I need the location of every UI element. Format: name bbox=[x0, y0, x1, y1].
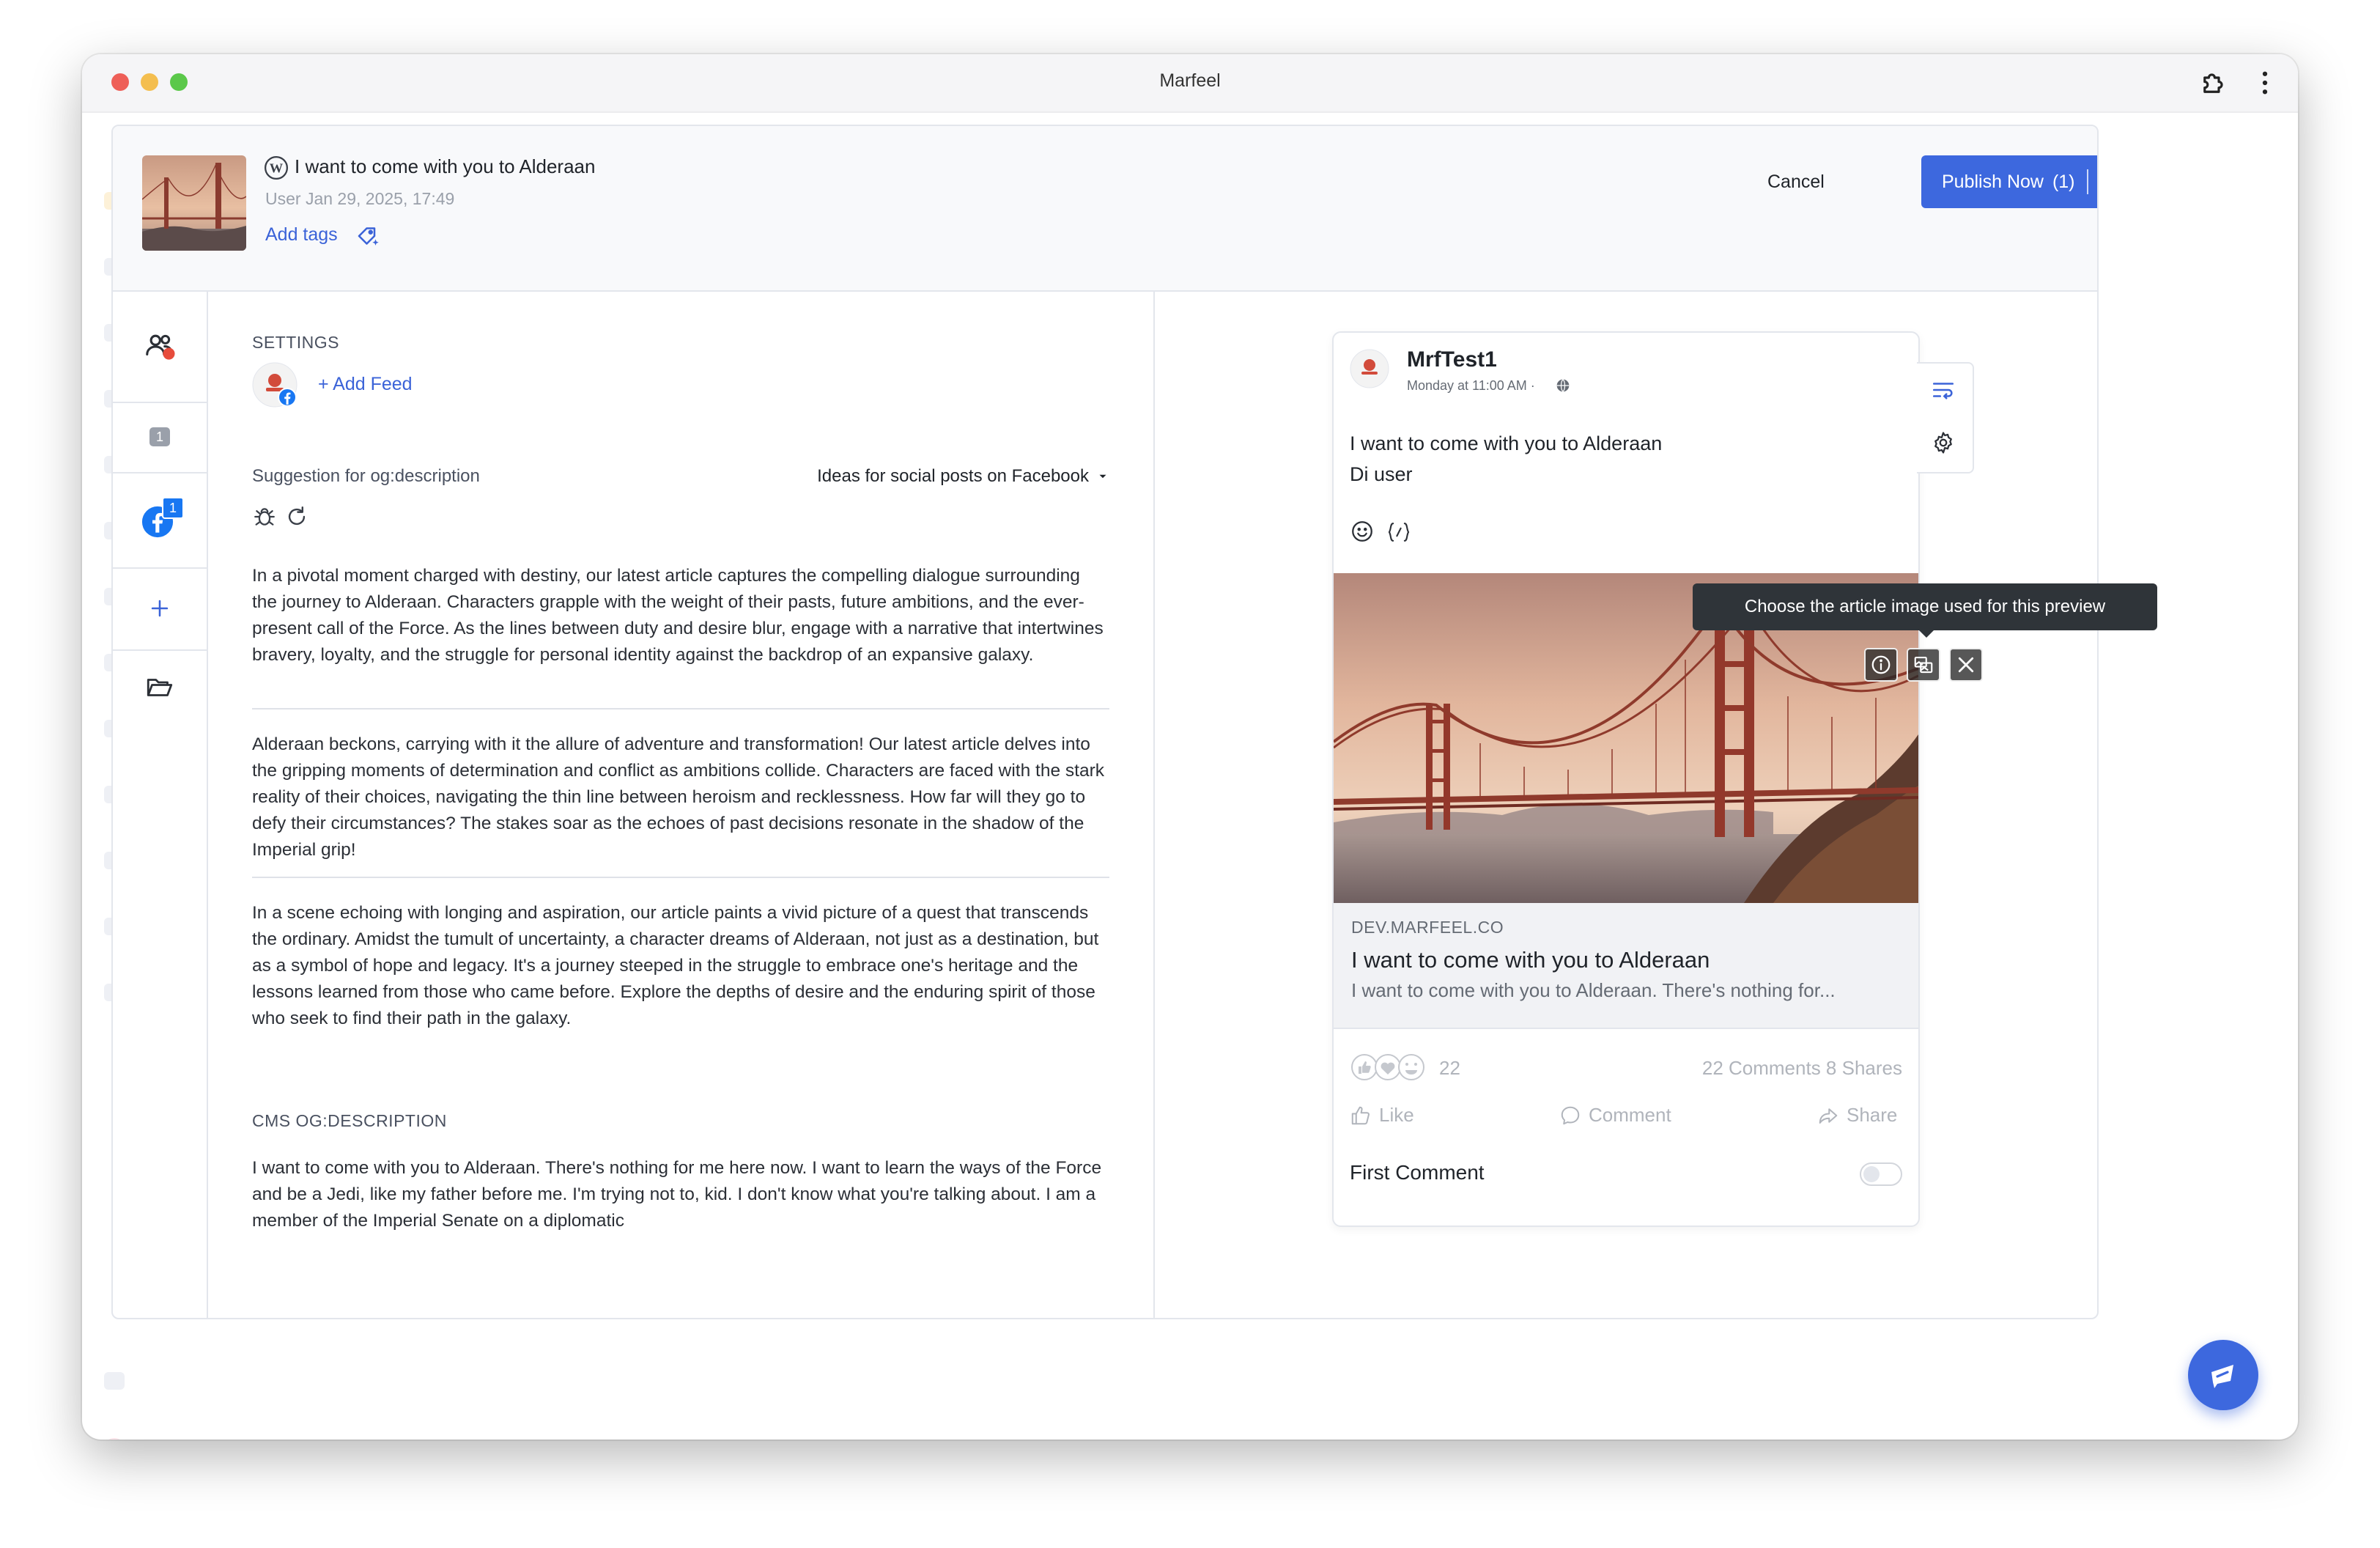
link-preview-meta[interactable]: DEV.MARFEEL.CO I want to come with you t… bbox=[1334, 903, 1918, 1029]
link-domain: DEV.MARFEEL.CO bbox=[1351, 918, 1504, 937]
remove-image-button[interactable] bbox=[1949, 648, 1983, 682]
first-comment-label: First Comment bbox=[1350, 1161, 1485, 1184]
image-info-button[interactable] bbox=[1864, 648, 1898, 682]
close-icon bbox=[1958, 657, 1974, 673]
preview-pane: MrfTest1 Monday at 11:00 AM · I want to … bbox=[1155, 290, 2097, 1318]
page-name: MrfTest1 bbox=[1407, 347, 1497, 372]
emoji-icon[interactable] bbox=[1350, 519, 1375, 544]
comments-shares-count: 22 Comments 8 Shares bbox=[1701, 1057, 1902, 1079]
suggestion-divider bbox=[252, 877, 1109, 878]
feed-avatar[interactable] bbox=[252, 362, 298, 408]
publish-label: Publish Now bbox=[1942, 171, 2044, 192]
wordpress-icon: W bbox=[264, 155, 289, 180]
article-title: I want to come with you to Alderaan bbox=[295, 155, 596, 177]
post-text[interactable]: I want to come with you to Alderaan Di u… bbox=[1350, 428, 1662, 490]
share-action[interactable]: Share bbox=[1817, 1104, 1897, 1127]
reaction-count: 22 bbox=[1439, 1057, 1460, 1079]
toggle-knob bbox=[1863, 1166, 1880, 1182]
comment-icon bbox=[1561, 1106, 1580, 1124]
image-picker-icon bbox=[1914, 656, 1933, 674]
first-comment-toggle[interactable] bbox=[1860, 1162, 1902, 1186]
link-title: I want to come with you to Alderaan bbox=[1351, 947, 1710, 973]
refresh-icon[interactable] bbox=[284, 504, 309, 529]
add-feed-link[interactable]: + Add Feed bbox=[318, 374, 413, 395]
title-bar: Marfeel bbox=[82, 54, 2298, 113]
like-label: Like bbox=[1379, 1104, 1414, 1126]
share-label: Share bbox=[1847, 1104, 1898, 1126]
choose-image-button[interactable] bbox=[1907, 648, 1940, 682]
faded-avatar-icon bbox=[104, 1438, 125, 1440]
settings-pane: SETTINGS + Add Feed Suggestion for og:de… bbox=[208, 290, 1155, 1318]
comment-action[interactable]: Comment bbox=[1559, 1104, 1671, 1127]
rail-item-library[interactable] bbox=[113, 649, 207, 726]
folder-open-icon bbox=[147, 679, 173, 696]
image-tooltip: Choose the article image used for this p… bbox=[1693, 583, 2157, 630]
suggestion-text[interactable]: Alderaan beckons, carrying with it the a… bbox=[252, 731, 1109, 863]
dialog-header: W I want to come with you to Alderaan Us… bbox=[113, 126, 2097, 292]
like-action[interactable]: Like bbox=[1350, 1104, 1414, 1127]
add-tags-link[interactable]: Add tags bbox=[265, 224, 338, 246]
page-avatar bbox=[1350, 349, 1389, 388]
cms-og-description-text: I want to come with you to Alderaan. The… bbox=[252, 1158, 1102, 1231]
text-format-button[interactable] bbox=[1929, 375, 1958, 405]
facebook-count-badge: 1 bbox=[162, 497, 184, 519]
post-text-line: Di user bbox=[1350, 463, 1413, 485]
more-vertical-icon[interactable] bbox=[2250, 67, 2280, 98]
facebook-post-preview: MrfTest1 Monday at 11:00 AM · I want to … bbox=[1332, 331, 1920, 1227]
rail-item-audiences[interactable] bbox=[113, 290, 207, 403]
gear-icon bbox=[1934, 432, 1952, 454]
post-time: Monday at 11:00 AM · bbox=[1407, 378, 1535, 393]
reactions-icon bbox=[1351, 1054, 1424, 1080]
article-meta: User Jan 29, 2025, 17:49 bbox=[265, 189, 455, 208]
plus-icon bbox=[151, 600, 169, 617]
globe-icon bbox=[1556, 379, 1570, 393]
ai-tag-icon[interactable] bbox=[355, 223, 381, 249]
comment-label: Comment bbox=[1589, 1104, 1671, 1126]
bug-icon[interactable] bbox=[252, 504, 277, 529]
chat-bubble-icon bbox=[2211, 1365, 2233, 1388]
preview-side-toolbar bbox=[1917, 362, 1974, 473]
variable-braces-icon[interactable] bbox=[1386, 520, 1411, 544]
rail-item-facebook[interactable]: 1 bbox=[113, 472, 207, 569]
tooltip-arrow bbox=[1918, 629, 1935, 638]
ideas-select[interactable]: Ideas for social posts on Facebook bbox=[817, 466, 1109, 487]
info-icon bbox=[1871, 655, 1891, 674]
svg-text:W: W bbox=[270, 161, 284, 175]
rail-item-counter[interactable]: 1 bbox=[113, 402, 207, 473]
publish-divider bbox=[2086, 169, 2088, 194]
suggestion-text[interactable]: In a pivotal moment charged with destiny… bbox=[252, 563, 1109, 668]
article-thumbnail bbox=[142, 155, 246, 251]
link-description: I want to come with you to Alderaan. The… bbox=[1351, 979, 1836, 1001]
publish-dialog: W I want to come with you to Alderaan Us… bbox=[111, 125, 2099, 1319]
share-icon bbox=[1819, 1107, 1838, 1124]
extension-icon[interactable] bbox=[2198, 67, 2229, 98]
settings-label: SETTINGS bbox=[252, 333, 340, 352]
number-badge-icon: 1 bbox=[149, 427, 170, 446]
facebook-channel: 1 bbox=[141, 497, 184, 538]
users-alert-icon bbox=[146, 334, 175, 360]
thumbs-up-icon bbox=[1351, 1106, 1370, 1124]
publish-count: (1) bbox=[2052, 171, 2075, 192]
preview-settings-button[interactable] bbox=[1929, 428, 1958, 457]
suggestion-label: Suggestion for og:description bbox=[252, 466, 480, 486]
rail-item-add[interactable] bbox=[113, 567, 207, 651]
faded-nav-icon bbox=[104, 1372, 125, 1390]
publish-now-button[interactable]: Publish Now (1) bbox=[1921, 155, 2097, 208]
suggestion-divider bbox=[252, 708, 1109, 710]
ideas-select-value: Ideas for social posts on Facebook bbox=[817, 466, 1089, 486]
cms-og-description-label: CMS OG:DESCRIPTION bbox=[252, 1111, 447, 1130]
caret-down-icon bbox=[1099, 474, 1106, 479]
cancel-button[interactable]: Cancel bbox=[1767, 172, 1825, 193]
suggestion-text[interactable]: In a scene echoing with longing and aspi… bbox=[252, 900, 1109, 1032]
chat-button[interactable] bbox=[2188, 1340, 2258, 1410]
window-title: Marfeel bbox=[1159, 70, 1221, 91]
post-text-line: I want to come with you to Alderaan bbox=[1350, 432, 1663, 454]
channel-rail: 1 1 bbox=[113, 290, 208, 1318]
text-wrap-icon bbox=[1932, 383, 1954, 399]
